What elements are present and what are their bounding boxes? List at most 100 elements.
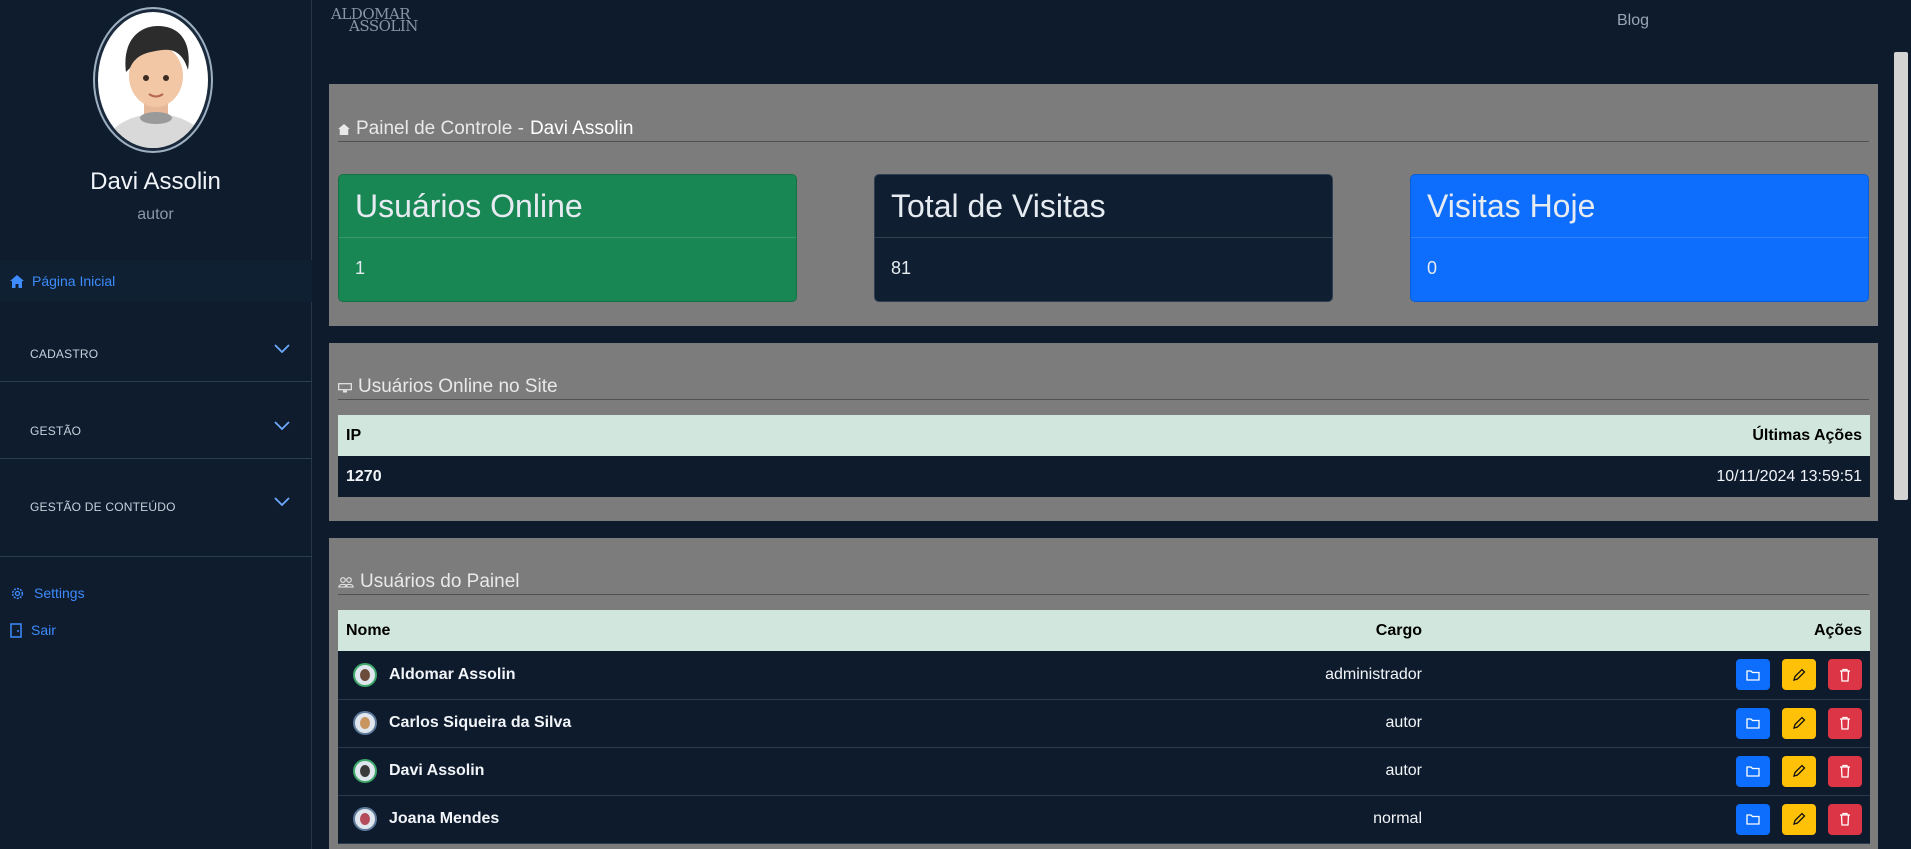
panel-users-panel: Usuários do Painel Nome Cargo Ações Aldo… [329,538,1878,849]
table-row: Joana Mendes normal [338,795,1870,844]
cell-name: Carlos Siqueira da Silva [338,699,1130,748]
col-last-actions: Últimas Ações [708,415,1870,456]
col-name: Nome [338,610,1130,651]
nav-group-cadastro[interactable]: CADASTRO [0,306,312,382]
user-avatar [353,711,377,735]
cell-name: Joana Mendes [338,795,1130,844]
online-users-panel: Usuários Online no Site IP Últimas Ações… [329,343,1878,521]
view-button[interactable] [1736,707,1770,739]
trash-icon [1840,764,1850,778]
nav-home-label: Página Inicial [32,273,116,289]
trash-icon [1840,812,1850,826]
stat-card-label: Total de Visitas [875,175,1332,238]
table-header-row: IP Últimas Ações [338,415,1870,456]
folder-icon [1746,766,1760,777]
gear-icon [11,587,24,599]
stat-card-value: 81 [891,258,912,278]
dashboard-title-user: Davi Assolin [529,118,634,139]
col-ip: IP [338,415,709,456]
panel-users-title-text: Usuários do Painel [360,571,520,592]
cell-role: normal [1130,795,1430,844]
delete-button[interactable] [1828,803,1862,835]
cell-last-action: 10/11/2024 13:59:51 [708,456,1870,497]
pencil-icon [1793,764,1806,777]
cell-role: autor [1130,699,1430,748]
edit-button[interactable] [1782,755,1816,787]
dashboard-title-prefix: Painel de Controle - [356,118,524,139]
nav-settings-label: Settings [34,585,85,601]
users-icon [338,577,354,588]
stat-card-label: Visitas Hoje [1411,175,1868,238]
delete-button[interactable] [1828,707,1862,739]
nav-logout-label: Sair [31,622,56,638]
user-name: Davi Assolin [389,762,485,779]
online-users-title-text: Usuários Online no Site [358,376,558,397]
monitor-icon [338,383,352,393]
stat-card-visits-today: Visitas Hoje 0 [1410,174,1869,302]
cell-actions [1430,651,1870,700]
stat-card-total-visits: Total de Visitas 81 [874,174,1333,302]
edit-button[interactable] [1782,659,1816,691]
cell-role: autor [1130,747,1430,796]
edit-button[interactable] [1782,707,1816,739]
logo-line2: ASSOLIN [349,17,418,35]
pencil-icon [1793,668,1806,681]
edit-button[interactable] [1782,803,1816,835]
dashboard-title: Painel de Controle - Davi Assolin [338,116,1869,142]
profile-name: Davi Assolin [90,168,221,195]
user-avatar [353,807,377,831]
folder-icon [1746,670,1760,681]
cell-actions [1430,699,1870,748]
chevron-down-icon [274,344,290,353]
nav-group-label: CADASTRO [30,347,99,361]
home-icon [10,274,24,288]
nav-logout[interactable]: Sair [10,622,56,638]
view-button[interactable] [1736,755,1770,787]
user-name: Joana Mendes [389,810,500,827]
sidebar: Davi Assolin autor Página Inicial CADAST… [0,0,312,849]
table-row: Davi Assolin autor [338,747,1870,796]
nav-settings[interactable]: Settings [10,585,85,601]
online-users-table: IP Últimas Ações 1270 10/11/2024 13:59:5… [338,415,1870,497]
col-role: Cargo [1130,610,1430,651]
scrollbar-thumb[interactable] [1894,52,1908,500]
view-button[interactable] [1736,803,1770,835]
nav-home[interactable]: Página Inicial [0,260,312,302]
folder-icon [1746,718,1760,729]
profile-role: autor [137,206,174,223]
home-icon [338,124,350,135]
profile-block: Davi Assolin autor [0,0,311,248]
cell-actions [1430,795,1870,844]
stat-card-value: 0 [1427,258,1438,278]
cell-role: administrador [1130,651,1430,700]
pencil-icon [1793,716,1806,729]
table-row: Carlos Siqueira da Silva autor [338,699,1870,748]
stat-card-online: Usuários Online 1 [338,174,797,302]
logo[interactable]: ALDOMAR ASSOLIN [331,7,431,36]
chevron-down-icon [274,421,290,430]
user-name: Carlos Siqueira da Silva [389,714,572,731]
table-header-row: Nome Cargo Ações [338,610,1870,651]
table-row: Aldomar Assolin administrador [338,651,1870,700]
trash-icon [1840,668,1850,682]
cell-name: Davi Assolin [338,747,1130,796]
delete-button[interactable] [1828,659,1862,691]
chevron-down-icon [274,497,290,506]
user-name: Aldomar Assolin [389,665,516,683]
trash-icon [1840,716,1850,730]
door-icon [10,622,22,638]
panel-users-table: Nome Cargo Ações Aldomar Assolin adminis… [338,610,1870,844]
cell-name: Aldomar Assolin [338,651,1130,700]
online-users-title: Usuários Online no Site [338,374,1869,400]
nav-group-label: GESTÃO [30,424,82,438]
pencil-icon [1793,812,1806,825]
delete-button[interactable] [1828,755,1862,787]
avatar [95,9,211,151]
nav-group-gestao[interactable]: GESTÃO [0,383,312,459]
dashboard-panel: Painel de Controle - Davi Assolin Usuári… [329,84,1878,326]
nav-group-gestao-conteudo[interactable]: GESTÃO DE CONTEÚDO [0,459,312,557]
cell-actions [1430,747,1870,796]
user-avatar [353,759,377,783]
blog-link[interactable]: Blog [1617,12,1649,30]
view-button[interactable] [1736,659,1770,691]
